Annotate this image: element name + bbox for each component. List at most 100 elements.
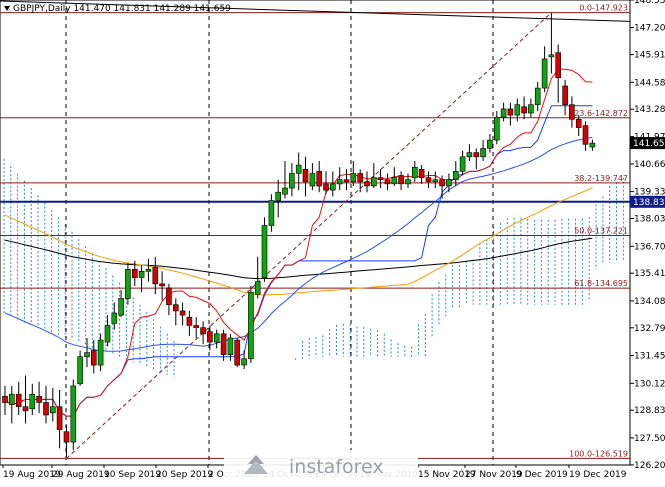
candle-body-bear xyxy=(186,316,193,326)
candle-body-bear xyxy=(63,431,70,443)
candle-body-bull xyxy=(514,104,521,116)
candle-body-bull xyxy=(534,87,541,106)
price-chart: 148.530147.205145.910144.580143.285141.9… xyxy=(0,0,665,483)
x-tick-label: 9 Dec 2019 xyxy=(516,470,568,480)
candle-body-bear xyxy=(521,106,527,114)
candle-body-bear xyxy=(2,395,8,403)
candle-body-bear xyxy=(316,171,323,187)
fib-level-label: 23.6-142.872 xyxy=(574,109,628,118)
chart-container: 148.530147.205145.910144.580143.285141.9… xyxy=(0,0,665,483)
candle-body-bear xyxy=(159,283,165,287)
candle xyxy=(234,338,240,368)
candle-body-bear xyxy=(425,177,432,183)
candle-body-bear xyxy=(398,175,404,185)
candle-body-bull xyxy=(70,385,77,443)
candle-body-bull xyxy=(118,298,124,316)
y-tick-label: 127.500 xyxy=(634,434,665,444)
candle-body-bull xyxy=(411,166,418,178)
candle-body-bear xyxy=(22,406,29,412)
candle-body-bear xyxy=(220,333,227,355)
candle-body-bear xyxy=(15,393,22,408)
y-tick-label: 130.125 xyxy=(634,379,665,389)
y-tick-label: 143.285 xyxy=(634,105,665,115)
candle-body-bull xyxy=(350,173,357,183)
candle-body-bull xyxy=(84,352,90,358)
candle-body-bull xyxy=(459,156,466,172)
candle-body-bull xyxy=(405,179,411,185)
candle-body-bear xyxy=(152,266,159,285)
candle-body-bull xyxy=(97,339,104,366)
candle-body-bear xyxy=(384,179,391,185)
candle-body-bear xyxy=(56,406,63,430)
candle-body-bear xyxy=(193,325,199,328)
candle-body-bull xyxy=(548,54,555,58)
x-tick-label: 10 Sep 2019 xyxy=(104,470,161,480)
candle xyxy=(70,379,77,451)
candle xyxy=(125,263,131,305)
candle-body-bull xyxy=(125,268,131,299)
y-tick-label: 147.205 xyxy=(634,24,665,34)
fib-level-label: 0.0-147.923 xyxy=(579,4,628,13)
candle-body-bull xyxy=(254,281,261,295)
y-tick-label: 134.080 xyxy=(634,297,665,307)
candle-body-bull xyxy=(329,183,336,191)
candle-body-bear xyxy=(200,327,206,335)
candle-body-bull xyxy=(213,333,220,343)
candle-body-bull xyxy=(261,225,268,278)
y-tick-label: 145.910 xyxy=(634,51,665,61)
candle-body-bear xyxy=(439,179,445,187)
candle-body-bull xyxy=(480,148,486,158)
x-tick-label: 27 Nov 2019 xyxy=(465,470,523,480)
candle-body-bear xyxy=(575,119,582,128)
candle-body-bear xyxy=(173,304,179,312)
candle-body-bear xyxy=(364,181,370,187)
candle-body-bull xyxy=(29,393,36,410)
symbol-header: GBPJPY,Daily 141.470 141.831 141.289 141… xyxy=(4,4,231,14)
candle-body-bear xyxy=(91,350,97,366)
y-tick-label: 144.580 xyxy=(634,78,665,88)
candle-body-bear xyxy=(234,339,240,366)
candle-body-bull xyxy=(138,270,145,278)
candle-body-bull xyxy=(289,173,295,189)
y-tick-label: 132.790 xyxy=(634,324,665,334)
candle-body-bear xyxy=(36,395,42,403)
candle-body-bear xyxy=(582,125,589,145)
candle xyxy=(248,285,254,363)
candle-body-bear xyxy=(343,179,350,183)
candle-body-bull xyxy=(528,104,534,114)
candle-body-bull xyxy=(452,171,459,180)
candle-body-bull xyxy=(295,164,302,174)
candle-body-bear xyxy=(562,85,568,106)
fib-level-label: 38.2-139.747 xyxy=(574,174,628,183)
fib-level-label: 50.0-137.221 xyxy=(574,227,628,236)
candle-body-bull xyxy=(248,291,254,360)
candle-body-bull xyxy=(241,358,247,366)
y-tick-label: 136.700 xyxy=(634,242,665,252)
symbol-line: GBPJPY,Daily 141.470 141.831 141.289 141… xyxy=(13,4,231,14)
support-price-label: 138.838 xyxy=(633,198,665,208)
candle-body-bear xyxy=(43,402,49,416)
candle-body-bear xyxy=(555,52,562,79)
candle-body-bull xyxy=(275,191,282,201)
candle-body-bull xyxy=(227,337,234,356)
candle-body-bull xyxy=(268,200,275,226)
watermark: instaforex xyxy=(224,450,418,483)
fib-level-label: 61.8-134.695 xyxy=(574,279,628,288)
candle xyxy=(261,217,268,282)
candle-body-bull xyxy=(589,142,596,148)
candle-body-bull xyxy=(104,325,111,343)
x-tick-label: 19 Dec 2019 xyxy=(569,470,627,480)
candle-body-bear xyxy=(323,183,329,191)
candle-body-bull xyxy=(49,406,56,414)
candle-body-bull xyxy=(487,139,493,149)
candle-body-bull xyxy=(309,173,316,187)
y-tick-label: 140.660 xyxy=(634,160,665,170)
candle-body-bull xyxy=(336,179,343,185)
candle-body-bull xyxy=(77,356,83,385)
candle-body-bull xyxy=(493,116,500,141)
candle-body-bull xyxy=(370,177,377,187)
candle-body-bear xyxy=(418,169,425,178)
candle-body-bear xyxy=(166,287,172,306)
y-tick-label: 148.530 xyxy=(634,0,665,6)
candle-body-bull xyxy=(446,179,452,187)
